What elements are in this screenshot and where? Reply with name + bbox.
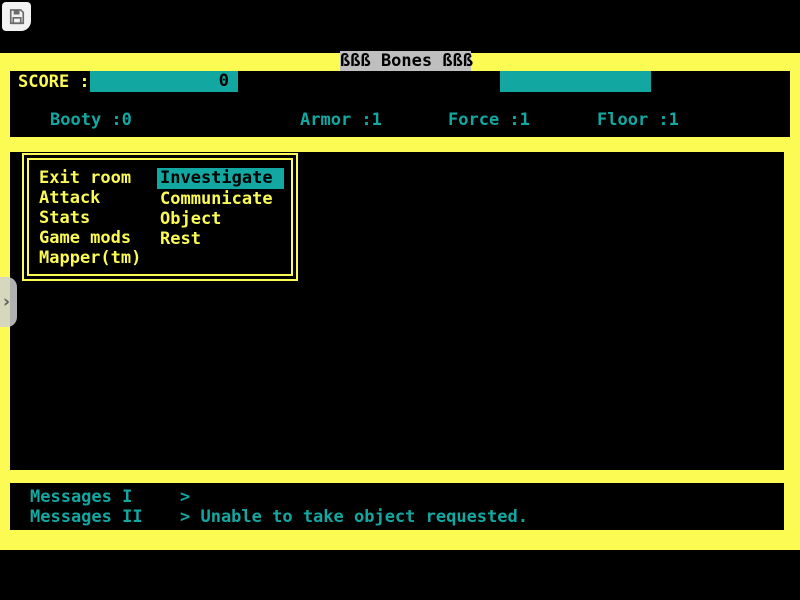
- menu-item-stats[interactable]: Stats: [39, 208, 141, 228]
- action-menu: Exit room Attack Stats Game mods Mapper(…: [22, 153, 298, 281]
- chevron-right-icon: ›: [3, 294, 10, 311]
- stat-floor: Floor :1: [597, 110, 679, 130]
- stat-booty: Booty :0: [50, 110, 132, 130]
- menu-item-exit-room[interactable]: Exit room: [39, 168, 141, 188]
- hud-panel: SCORE : 0 Life Force :100 Booty :0 Armor…: [10, 71, 790, 137]
- game-title: ßßß Bones ßßß: [340, 51, 471, 72]
- menu-item-rest[interactable]: Rest: [160, 229, 284, 249]
- game-title-text: ßßß Bones ßßß: [340, 51, 473, 71]
- menu-item-communicate[interactable]: Communicate: [160, 189, 284, 209]
- messages-panel: Messages I > Messages II > Unable to tak…: [10, 483, 784, 530]
- menu-column-left: Exit room Attack Stats Game mods Mapper(…: [39, 168, 141, 268]
- game-screen: ßßß Bones ßßß SCORE : 0 Life Force :100 …: [0, 53, 800, 550]
- menu-item-investigate[interactable]: Investigate: [157, 168, 284, 189]
- score-bar: 0: [90, 71, 238, 92]
- save-button[interactable]: [2, 2, 31, 31]
- menu-item-mapper[interactable]: Mapper(tm): [39, 248, 141, 268]
- save-floppy-icon: [7, 7, 27, 27]
- message-1-content: >: [180, 488, 190, 506]
- score-value: 0: [219, 71, 229, 91]
- menu-column-right: Investigate Communicate Object Rest: [160, 168, 284, 249]
- sidebar-expand-handle[interactable]: ›: [0, 277, 17, 327]
- menu-item-object[interactable]: Object: [160, 209, 284, 229]
- menu-item-attack[interactable]: Attack: [39, 188, 141, 208]
- stat-force: Force :1: [448, 110, 530, 130]
- menu-item-game-mods[interactable]: Game mods: [39, 228, 141, 248]
- score-label: SCORE :: [18, 72, 90, 92]
- message-2-content: > Unable to take object requested.: [180, 508, 528, 526]
- main-game-area: Exit room Attack Stats Game mods Mapper(…: [10, 152, 784, 470]
- life-force-indicator: Life Force :100: [500, 71, 651, 92]
- life-force-text: Life Force :100: [561, 92, 715, 112]
- message-1-label: Messages I: [30, 488, 132, 506]
- stat-armor: Armor :1: [300, 110, 382, 130]
- message-2-label: Messages II: [30, 508, 143, 526]
